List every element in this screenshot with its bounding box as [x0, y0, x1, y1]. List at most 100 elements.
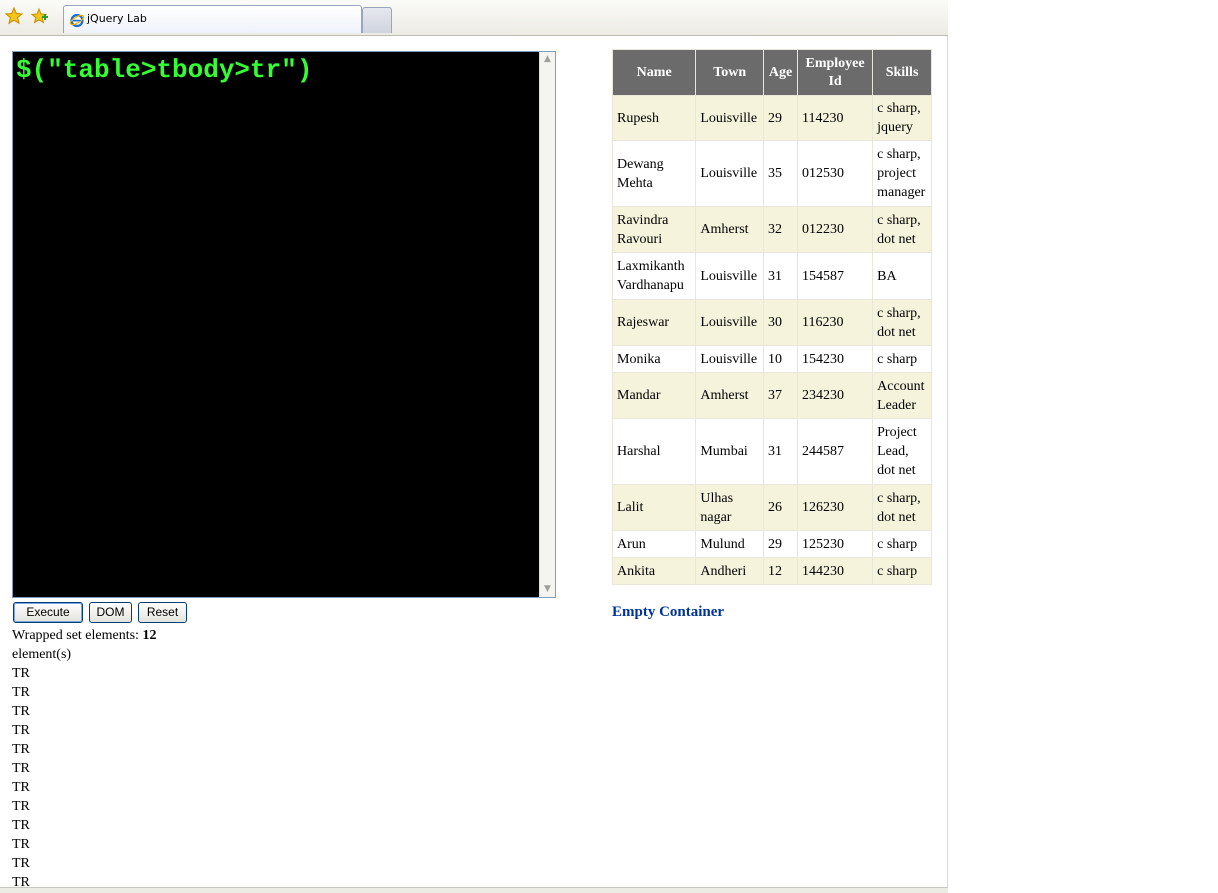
- skills-cell: c sharp: [872, 557, 932, 585]
- employee-id-cell: 234230: [796, 372, 874, 419]
- employee-id-cell: 154230: [796, 345, 874, 373]
- table-row: Monika Louisville 10 154230 c sharp: [611, 345, 932, 373]
- age-cell: 12: [763, 557, 798, 585]
- name-cell: Rupesh: [611, 95, 697, 141]
- employee-table: Name Town Age Employee Id Skills Rupesh L…: [611, 49, 932, 585]
- age-cell: 29: [763, 530, 798, 558]
- employee-id-cell: 116230: [796, 299, 874, 346]
- list-item: TR: [12, 685, 30, 700]
- wrapped-set-line: Wrapped set elements: 12: [12, 626, 412, 645]
- town-cell: Mulund: [695, 530, 765, 558]
- list-item: TR: [12, 666, 30, 681]
- results-panel: Wrapped set elements: 12 element(s) TR TR…: [12, 626, 412, 892]
- name-cell: Laxmikanth Vardhanapu: [611, 252, 697, 300]
- name-cell: Ankita: [611, 557, 697, 585]
- name-cell: Harshal: [611, 418, 697, 485]
- column-header-town: Town: [695, 49, 765, 96]
- employee-id-cell: 012530: [796, 140, 874, 207]
- list-item: TR: [12, 837, 30, 852]
- age-cell: 37: [763, 372, 798, 419]
- empty-container-heading: Empty Container: [612, 604, 725, 620]
- scroll-down-icon[interactable]: ▼: [540, 582, 555, 597]
- town-cell: Amherst: [695, 372, 765, 419]
- employee-id-cell: 125230: [796, 530, 874, 558]
- element-list: TR TR TR TR TR TR TR TR TR TR TR TR: [12, 664, 412, 892]
- reset-button[interactable]: Reset: [138, 602, 187, 623]
- employee-id-cell: 154587: [796, 252, 874, 300]
- town-cell: Andheri: [695, 557, 765, 585]
- tab-title: jQuery Lab: [87, 12, 147, 25]
- table-row: Dewang Mehta Louisville 35 012530 c sharp, p…: [611, 140, 932, 207]
- wrapped-set-count: 12: [142, 628, 157, 643]
- scroll-up-icon[interactable]: ▲: [540, 52, 555, 67]
- town-cell: Louisville: [695, 299, 765, 346]
- new-tab-button[interactable]: [362, 7, 392, 33]
- age-cell: 30: [763, 299, 798, 346]
- skills-cell: c sharp, dot net: [872, 299, 932, 346]
- column-header-employee-id: Employee Id: [796, 49, 874, 96]
- console-code-text: $("table>tbody>tr"): [16, 55, 313, 85]
- list-item: TR: [12, 799, 30, 814]
- browser-tab[interactable]: jQuery Lab: [63, 5, 362, 33]
- table-row: Rajeswar Louisville 30 116230 c sharp, dot n…: [611, 299, 932, 346]
- employee-id-cell: 244587: [796, 418, 874, 485]
- age-cell: 32: [763, 206, 798, 253]
- employee-id-cell: 012230: [796, 206, 874, 253]
- code-console[interactable]: $("table>tbody>tr") ▲ ▼: [12, 51, 556, 598]
- browser-tab-bar: jQuery Lab: [0, 0, 948, 36]
- name-cell: Mandar: [611, 372, 697, 419]
- column-header-age: Age: [763, 49, 798, 96]
- table-row: Laxmikanth Vardhanapu Louisville 31 154587 B…: [611, 252, 932, 300]
- wrapped-set-label: Wrapped set elements:: [12, 628, 143, 643]
- employee-id-cell: 126230: [796, 484, 874, 531]
- column-header-name: Name: [611, 49, 697, 96]
- skills-cell: c sharp, dot net: [872, 206, 932, 253]
- elements-suffix: element(s): [12, 647, 72, 662]
- list-item: TR: [12, 818, 30, 833]
- town-cell: Louisville: [695, 140, 765, 207]
- town-cell: Louisville: [695, 345, 765, 373]
- town-cell: Louisville: [695, 95, 765, 141]
- execute-button[interactable]: Execute: [13, 602, 83, 623]
- list-item: TR: [12, 723, 30, 738]
- list-item: TR: [12, 780, 30, 795]
- status-bar: [0, 887, 948, 893]
- age-cell: 31: [763, 252, 798, 300]
- skills-cell: c sharp, project manager: [872, 140, 932, 207]
- console-scrollbar[interactable]: ▲ ▼: [539, 52, 555, 597]
- skills-cell: c sharp, jquery: [872, 95, 932, 141]
- table-row: Ankita Andheri 12 144230 c sharp: [611, 557, 932, 585]
- age-cell: 31: [763, 418, 798, 485]
- name-cell: Arun: [611, 530, 697, 558]
- table-row: Lalit Ulhas nagar 26 126230 c sharp, dot net: [611, 484, 932, 531]
- table-body: Rupesh Louisville 29 114230 c sharp, jquery D…: [611, 95, 932, 585]
- name-cell: Lalit: [611, 484, 697, 531]
- list-item: TR: [12, 761, 30, 776]
- age-cell: 26: [763, 484, 798, 531]
- add-favorite-icon[interactable]: [31, 7, 49, 25]
- name-cell: Rajeswar: [611, 299, 697, 346]
- town-cell: Amherst: [695, 206, 765, 253]
- employee-id-cell: 114230: [796, 95, 874, 141]
- name-cell: Ravindra Ravouri: [611, 206, 697, 253]
- name-cell: Dewang Mehta: [611, 140, 697, 207]
- name-cell: Monika: [611, 345, 697, 373]
- table-header-row: Name Town Age Employee Id Skills: [611, 49, 932, 96]
- list-item: TR: [12, 742, 30, 757]
- skills-cell: Project Lead, dot net: [872, 418, 932, 485]
- dom-button[interactable]: DOM: [89, 602, 132, 623]
- table-row: Ravindra Ravouri Amherst 32 012230 c sharp, …: [611, 206, 932, 253]
- skills-cell: c sharp: [872, 530, 932, 558]
- employee-id-cell: 144230: [796, 557, 874, 585]
- list-item: TR: [12, 856, 30, 871]
- age-cell: 10: [763, 345, 798, 373]
- favorites-star-icon[interactable]: [5, 7, 23, 25]
- skills-cell: Account Leader: [872, 372, 932, 419]
- blank-area: [948, 0, 1218, 893]
- town-cell: Ulhas nagar: [695, 484, 765, 531]
- age-cell: 35: [763, 140, 798, 207]
- skills-cell: c sharp, dot net: [872, 484, 932, 531]
- table-row: Arun Mulund 29 125230 c sharp: [611, 530, 932, 558]
- town-cell: Louisville: [695, 252, 765, 300]
- ie-icon: [69, 13, 85, 28]
